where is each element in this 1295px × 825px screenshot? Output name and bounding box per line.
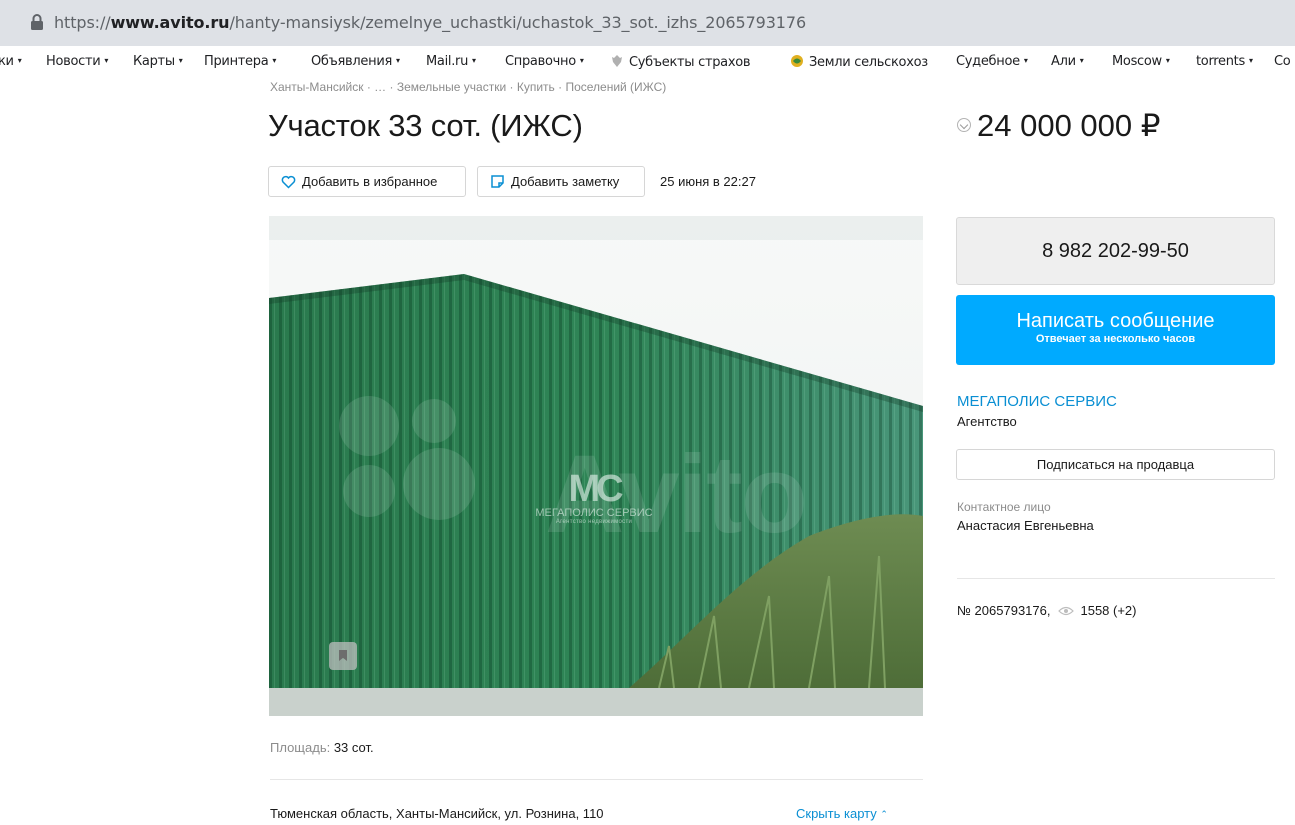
add-favorite-button[interactable]: Добавить в избранное: [268, 166, 466, 197]
bookmark-item-ads[interactable]: Объявления ▾: [311, 54, 400, 69]
price-value: 24 000 000 ₽: [977, 108, 1161, 143]
show-phone-button[interactable]: 8 982 202-99-50: [956, 217, 1275, 285]
listing-date: 25 июня в 22:27: [660, 174, 756, 189]
hide-map-link[interactable]: Скрыть карту ⌃: [796, 806, 888, 821]
photo-watermark-logo: MC МЕГАПОЛИС СЕРВИС Агентство недвижимос…: [519, 468, 669, 525]
bookmark-item-maps[interactable]: Карты ▾: [133, 54, 183, 69]
bookmark-item-printers[interactable]: Принтера ▾: [204, 54, 276, 69]
divider: [957, 578, 1275, 579]
bookmark-item-court[interactable]: Судебное ▾: [956, 54, 1028, 69]
seller-type: Агентство: [957, 414, 1017, 429]
watermark-monogram: MC: [568, 468, 623, 510]
subscribe-seller-button[interactable]: Подписаться на продавца: [956, 449, 1275, 480]
eye-icon: [1058, 606, 1075, 615]
listing-photo[interactable]: Avito MC МЕГАПОЛИС СЕРВИС Агентство недв…: [269, 216, 923, 716]
watermark-tagline: Агентство недвижимости: [555, 519, 633, 525]
breadcrumb[interactable]: Ханты-Мансийск · … · Земельные участки ·…: [270, 80, 666, 94]
ad-meta: № 2065793176, 1558 (+2): [957, 603, 1137, 618]
contact-person-name: Анастасия Евгеньевна: [957, 518, 1094, 533]
address-bar[interactable]: https://www.avito.ru/hanty-mansiysk/zeme…: [0, 0, 1295, 46]
ad-number: № 2065793176,: [957, 603, 1051, 618]
bookmark-item-farmland[interactable]: Земли сельскохоз: [790, 54, 928, 70]
bookmark-item-reference[interactable]: Справочно ▾: [505, 54, 584, 69]
lock-icon: [31, 14, 43, 30]
url-text: https://www.avito.ru/hanty-mansiysk/zeme…: [54, 13, 807, 32]
bookmark-item-ali[interactable]: Али ▾: [1051, 54, 1084, 69]
watermark-brand: МЕГАПОЛИС СЕРВИС: [535, 507, 653, 519]
address-text: Тюменская область, Ханты-Мансийск, ул. Р…: [270, 806, 604, 821]
emblem-icon: [612, 55, 622, 67]
bookmark-item-insurance[interactable]: Субъекты страхов: [610, 54, 751, 70]
price: 24 000 000 ₽: [957, 108, 1161, 144]
bookmark-item-torrents[interactable]: torrents ▾: [1196, 54, 1253, 69]
divider: [270, 779, 923, 780]
area-param: Площадь: 33 сот.: [270, 740, 374, 755]
seller-name-link[interactable]: МЕГАПОЛИС СЕРВИС: [957, 393, 1117, 410]
emblem-icon: [791, 55, 803, 67]
heart-icon: [281, 175, 296, 189]
bookmark-icon[interactable]: [329, 642, 357, 670]
contact-person-label: Контактное лицо: [957, 500, 1051, 514]
bookmark-item[interactable]: ки ▾: [0, 54, 22, 69]
bookmark-item-mailru[interactable]: Mail.ru ▾: [426, 54, 476, 69]
price-history-icon[interactable]: [957, 118, 971, 132]
write-message-button[interactable]: Написать сообщение Отвечает за несколько…: [956, 295, 1275, 365]
note-icon: [491, 175, 504, 188]
bookmark-item-moscow[interactable]: Moscow ▾: [1112, 54, 1170, 69]
bookmark-item-news[interactable]: Новости ▾: [46, 54, 108, 69]
chevron-up-icon: ⌃: [880, 809, 888, 819]
bookmarks-bar: ки ▾ Новости ▾ Карты ▾ Принтера ▾ Объявления…: [0, 46, 1295, 80]
add-note-button[interactable]: Добавить заметку: [477, 166, 645, 197]
bookmark-item-more[interactable]: Co: [1274, 54, 1291, 69]
views-count: 1558 (+2): [1080, 603, 1137, 618]
page-title: Участок 33 сот. (ИЖС): [268, 108, 583, 143]
